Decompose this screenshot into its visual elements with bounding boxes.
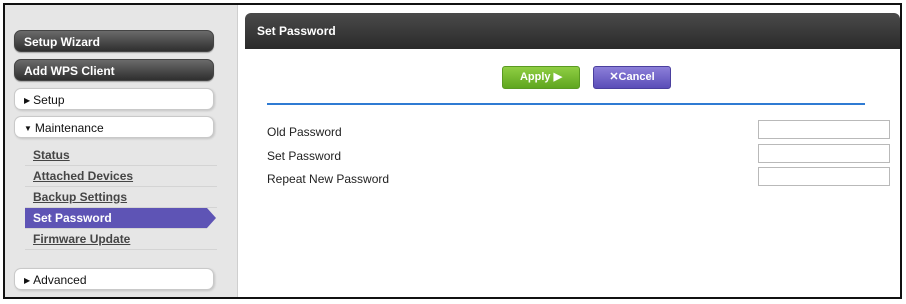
add-wps-client-label: Add WPS Client	[24, 64, 115, 78]
triangle-right-icon: ▶	[24, 276, 31, 285]
maintenance-submenu: Status Attached Devices Backup Settings …	[25, 145, 217, 250]
page-title: Set Password	[245, 13, 900, 49]
sidebar-item-advanced[interactable]: ▶ Advanced	[14, 268, 214, 290]
triangle-right-icon: ▶	[24, 96, 31, 105]
sidebar-item-status[interactable]: Status	[25, 145, 217, 166]
sidebar-item-attached-devices[interactable]: Attached Devices	[25, 166, 217, 187]
router-admin-window: Setup Wizard Add WPS Client ▶ Setup ▼ Main…	[3, 3, 902, 299]
advanced-label: Advanced	[33, 273, 87, 287]
sidebar: Setup Wizard Add WPS Client ▶ Setup ▼ Main…	[5, 5, 238, 297]
maintenance-label: Maintenance	[34, 121, 104, 135]
setup-wizard-label: Setup Wizard	[24, 35, 100, 49]
apply-button[interactable]: Apply ▶	[502, 66, 580, 89]
old-password-field[interactable]	[758, 120, 890, 139]
setup-wizard-button[interactable]: Setup Wizard	[14, 30, 214, 52]
triangle-down-icon: ▼	[24, 124, 32, 133]
repeat-new-password-label: Repeat New Password	[267, 172, 390, 186]
add-wps-client-button[interactable]: Add WPS Client	[14, 59, 214, 81]
main-panel: Set Password Apply ▶ ✕Cancel Old Passwor…	[245, 5, 900, 297]
old-password-label: Old Password	[267, 125, 342, 139]
set-password-field[interactable]	[758, 144, 890, 163]
setup-label: Setup	[33, 93, 65, 107]
repeat-new-password-field[interactable]	[758, 167, 890, 186]
sidebar-item-setup[interactable]: ▶ Setup	[14, 88, 214, 110]
sidebar-item-backup-settings[interactable]: Backup Settings	[25, 187, 217, 208]
divider-line	[267, 103, 865, 105]
sidebar-item-firmware-update[interactable]: Firmware Update	[25, 229, 217, 250]
sidebar-item-set-password[interactable]: Set Password	[25, 208, 216, 229]
set-password-label: Set Password	[267, 149, 342, 163]
sidebar-item-maintenance[interactable]: ▼ Maintenance	[14, 116, 214, 138]
cancel-button[interactable]: ✕Cancel	[593, 66, 671, 89]
